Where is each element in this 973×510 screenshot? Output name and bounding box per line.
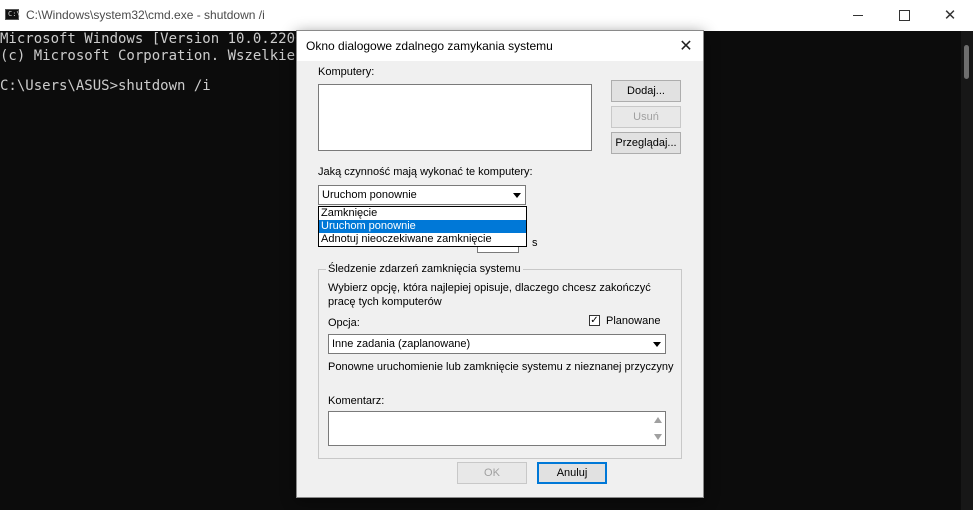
reason-description: Ponowne uruchomienie lub zamknięcie syst…: [328, 361, 674, 373]
computers-label: Komputery:: [318, 66, 375, 78]
action-combobox-value: Uruchom ponownie: [322, 189, 417, 201]
close-icon: ✕: [943, 7, 957, 24]
tracking-description-line1: Wybierz opcję, która najlepiej opisuje, …: [328, 282, 651, 294]
dialog-titlebar: Okno dialogowe zdalnego zamykania system…: [297, 31, 703, 61]
cmd-titlebar: C:\ C:\Windows\system32\cmd.exe - shutdo…: [0, 0, 973, 31]
option-combobox-value: Inne zadania (zaplanowane): [332, 338, 471, 350]
console-line: C:\Users\ASUS>shutdown /i: [0, 78, 211, 94]
computers-listbox[interactable]: [318, 84, 592, 151]
action-combobox[interactable]: Uruchom ponownie: [318, 185, 526, 205]
close-icon: ✕: [679, 38, 693, 55]
dropdown-option-annotate[interactable]: Adnotuj nieoczekiwane zamknięcie: [319, 233, 526, 246]
scrollbar-thumb[interactable]: [964, 45, 969, 79]
console-line: (c) Microsoft Corporation. Wszelkie pr: [0, 48, 321, 64]
scroll-up-icon[interactable]: [652, 415, 663, 425]
comment-label: Komentarz:: [328, 395, 385, 407]
console-line: Microsoft Windows [Version 10.0.22000: [0, 31, 312, 47]
option-label: Opcja:: [328, 317, 360, 329]
browse-button[interactable]: Przeglądaj...: [611, 132, 681, 154]
dialog-close-button[interactable]: ✕: [673, 34, 699, 58]
close-window-button[interactable]: ✕: [927, 0, 973, 31]
remote-shutdown-dialog: Okno dialogowe zdalnego zamykania system…: [296, 30, 704, 498]
planned-label: Planowane: [606, 315, 661, 327]
comment-textarea[interactable]: [328, 411, 666, 446]
cmd-window-title: C:\Windows\system32\cmd.exe - shutdown /…: [26, 8, 265, 22]
dropdown-option-restart[interactable]: Uruchom ponownie: [319, 220, 526, 233]
action-dropdown-list[interactable]: Zamknięcie Uruchom ponownie Adnotuj nieo…: [318, 206, 527, 247]
chevron-down-icon[interactable]: [509, 187, 524, 203]
chevron-down-icon[interactable]: [649, 336, 664, 352]
maximize-button[interactable]: [881, 0, 927, 31]
tracking-group-legend: Śledzenie zdarzeń zamknięcia systemu: [326, 263, 523, 275]
cancel-button[interactable]: Anuluj: [537, 462, 607, 484]
ok-button[interactable]: OK: [457, 462, 527, 484]
planned-checkbox[interactable]: ✓: [589, 315, 600, 326]
minimize-icon: [853, 15, 863, 16]
checkmark-icon: ✓: [590, 314, 599, 326]
action-label: Jaką czynność mają wykonać te komputery:: [318, 166, 533, 178]
dialog-title: Okno dialogowe zdalnego zamykania system…: [306, 39, 553, 53]
tracking-description-line2: pracę tych komputerów: [328, 296, 442, 308]
cmd-icon: C:\: [5, 9, 21, 20]
minimize-button[interactable]: [835, 0, 881, 31]
scroll-down-icon[interactable]: [652, 432, 663, 442]
dropdown-option-shutdown[interactable]: Zamknięcie: [319, 207, 526, 220]
console-scrollbar[interactable]: [961, 31, 973, 510]
option-combobox[interactable]: Inne zadania (zaplanowane): [328, 334, 666, 354]
maximize-icon: [898, 10, 910, 21]
remove-button[interactable]: Usuń: [611, 106, 681, 128]
seconds-unit-label: s: [532, 237, 538, 249]
add-button[interactable]: Dodaj...: [611, 80, 681, 102]
